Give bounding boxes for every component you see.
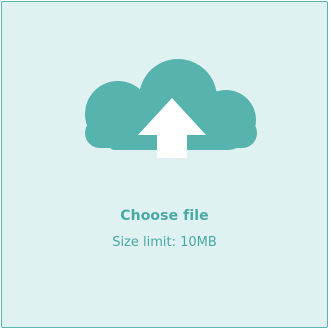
size-limit-text: Size limit: 10MB (112, 235, 217, 250)
choose-file-label[interactable]: Choose file (2, 208, 327, 224)
file-upload-dropzone[interactable]: Choose file Size limit: 10MB (1, 1, 328, 328)
cloud-upload-icon[interactable] (82, 58, 260, 158)
